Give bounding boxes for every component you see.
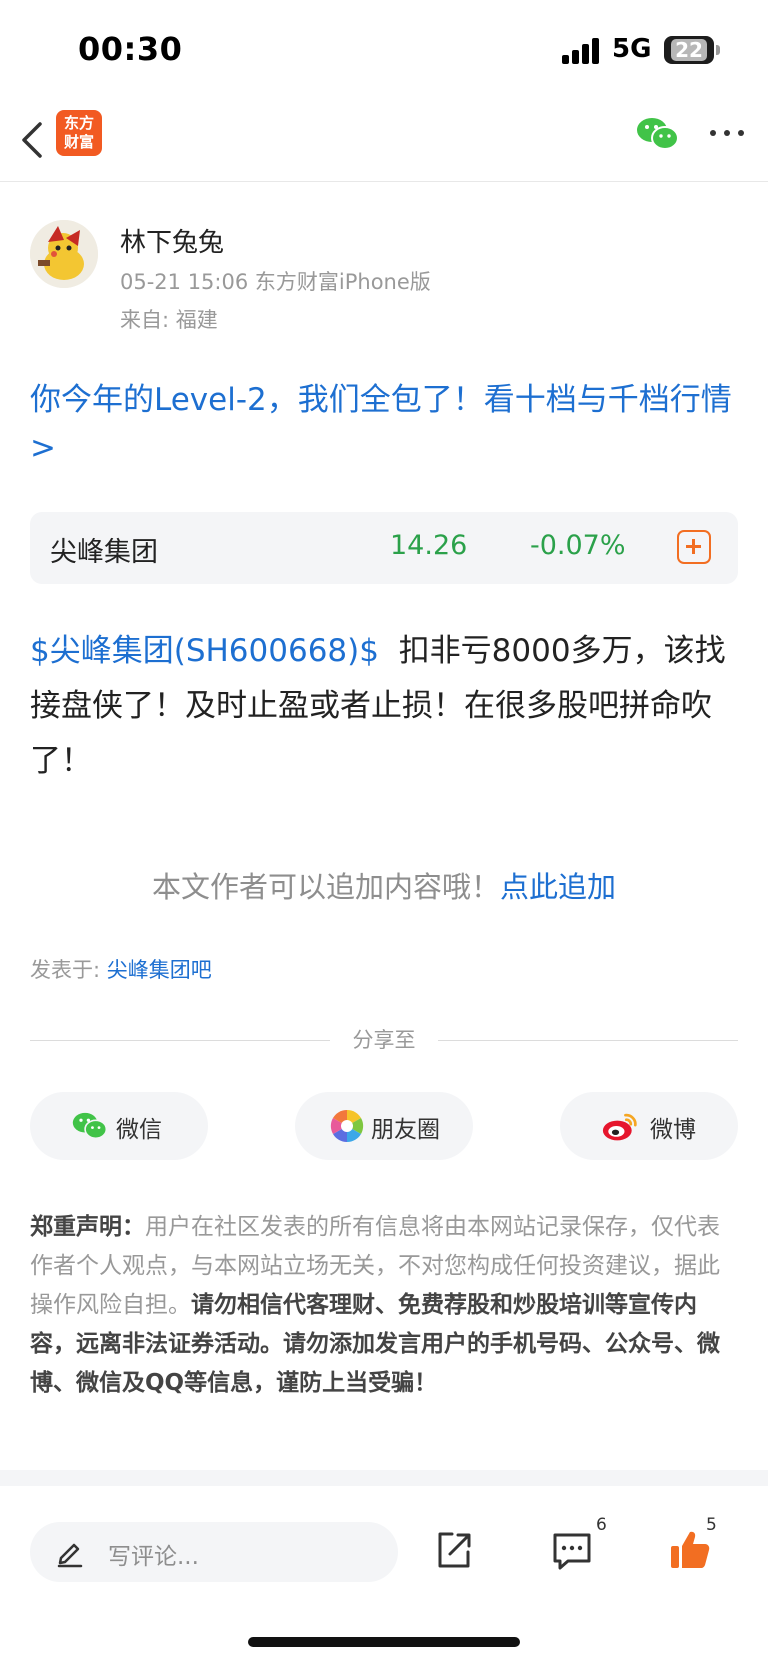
avatar[interactable] [30,220,98,288]
weibo-icon [602,1113,637,1141]
author-location: 来自: 福建 [120,308,218,332]
post-content: $尖峰集团(SH600668)$ 扣非亏8000多万，该找接盘侠了！及时止盈或者… [30,624,742,789]
share-divider-right [438,1040,738,1041]
share-wechat-label: 微信 [116,1117,162,1143]
posted-in: 发表于: 尖峰集团吧 [30,954,212,984]
post-meta: 05-21 15:06 东方财富iPhone版 [120,270,431,294]
battery-level: 22 [675,38,703,62]
back-button[interactable] [18,118,48,162]
append-link[interactable]: 点此追加 [500,870,616,904]
battery-icon: 22 [664,36,714,64]
stock-tag-link[interactable]: $尖峰集团(SH600668)$ [30,633,379,669]
disclaimer-title: 郑重声明： [30,1214,145,1240]
level2-promo-link[interactable]: 你今年的Level-2，我们全包了！看十档与千档行情> [30,376,740,472]
more-button[interactable] [710,130,746,140]
status-bar: 00:30 5G 22 [0,0,768,100]
battery-cap [716,45,720,55]
share-weibo-label: 微博 [650,1117,696,1143]
author-name[interactable]: 林下兔兔 [120,222,224,259]
status-time: 00:30 [78,30,183,68]
stock-card[interactable]: 尖峰集团 14.26 -0.07% [30,512,738,584]
wechat-share-button[interactable] [636,116,680,152]
comment-count: 6 [596,1515,607,1535]
disclaimer: 郑重声明：用户在社区发表的所有信息将由本网站记录保存，仅代表作者个人观点，与本网… [30,1208,742,1403]
append-text: 本文作者可以追加内容哦！ [151,870,500,904]
pen-icon [57,1543,83,1568]
comments-button[interactable] [550,1528,594,1572]
stock-name: 尖峰集团 [50,537,158,568]
logo-text-2: 财富 [63,133,94,151]
chevron-left-icon [22,122,42,158]
logo-text-1: 东方 [63,114,94,132]
stock-change: -0.07% [530,530,626,561]
comment-placeholder: 写评论... [108,1544,199,1570]
forward-button[interactable] [432,1528,476,1572]
stock-price: 14.26 [390,530,468,561]
share-weibo-button[interactable]: 微博 [560,1092,738,1160]
append-notice: 本文作者可以追加内容哦！点此追加 [0,864,768,906]
signal-icon [562,38,600,64]
add-watchlist-icon[interactable] [677,530,711,564]
stock-bar-link[interactable]: 尖峰集团吧 [107,958,212,982]
like-count: 5 [706,1515,717,1535]
comment-input[interactable]: 写评论... [30,1522,398,1582]
posted-in-label: 发表于: [30,958,107,982]
section-divider [0,1470,768,1486]
avatar-image [30,220,98,288]
nav-bar: 东方 财富 [0,100,768,182]
share-moments-button[interactable]: 朋友圈 [295,1092,473,1160]
comment-icon [553,1533,591,1570]
share-moments-label: 朋友圈 [371,1117,440,1143]
wechat-icon [72,1112,108,1140]
home-indicator[interactable] [248,1637,520,1647]
share-out-icon [438,1532,471,1568]
network-type: 5G [612,34,652,64]
moments-icon [330,1109,364,1143]
eastmoney-logo: 东方 财富 [56,110,102,156]
share-title: 分享至 [352,1028,416,1052]
share-wechat-button[interactable]: 微信 [30,1092,208,1160]
wechat-icon [637,118,679,150]
